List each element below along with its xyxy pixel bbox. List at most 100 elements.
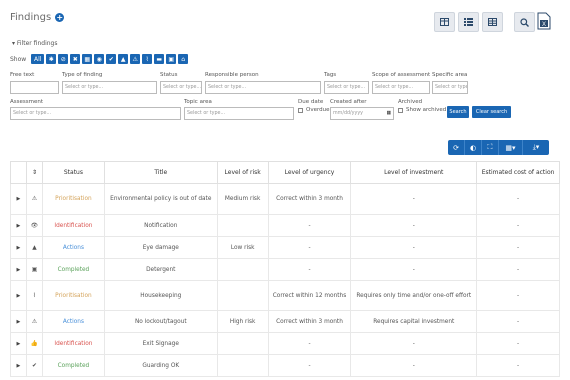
free-text-input[interactable] <box>10 81 59 94</box>
eye-icon: 👁 <box>25 214 43 237</box>
show-filter-row: Show All ✱ ⊘ ✖ ▦ ◉ ✔ ▲ ⚠ ⌇ ▬ ▣ ⌂ <box>10 54 189 64</box>
cost-cell: - <box>476 183 560 215</box>
table-toolbar: ⟳ ◐ ⛶ ▦▾ ⤓▾ <box>448 140 549 155</box>
table-row[interactable]: ▶ ⚠ Prioritisation Environmental policy … <box>10 183 560 215</box>
specific-area-input[interactable]: Select or type... <box>432 81 468 94</box>
table-row[interactable]: ▶ ▲ Actions Eye damage Low risk - - - <box>10 236 560 259</box>
grid-view-button[interactable] <box>434 12 455 32</box>
cost-cell: - <box>476 332 560 355</box>
show-all-button[interactable]: All <box>31 54 45 64</box>
status-cell: Actions <box>41 310 105 333</box>
expand-row-icon[interactable]: ▶ <box>10 354 27 377</box>
header-estimated-cost[interactable]: Estimated cost of action <box>476 161 560 184</box>
expand-row-icon[interactable]: ▶ <box>10 310 27 333</box>
excel-export-icon[interactable]: X <box>537 12 551 30</box>
page-title-text: Findings <box>10 12 52 23</box>
filter-close-icon[interactable]: ✖ <box>70 54 81 64</box>
table-row[interactable]: ▶ ▣ Completed Detergent - - - <box>10 258 560 281</box>
table-row[interactable]: ▶ 👍 Identification Exit Signage - - - <box>10 332 560 355</box>
show-archived-checkbox[interactable] <box>398 108 403 113</box>
table-view-button[interactable] <box>482 12 503 32</box>
fullscreen-icon[interactable]: ⛶ <box>482 140 499 155</box>
table-row[interactable]: ▶ 👁 Identification Notification - - - <box>10 214 560 237</box>
clear-search-button[interactable]: Clear search <box>472 106 511 118</box>
filter-settings-icon[interactable]: ✱ <box>46 54 57 64</box>
filter-chart-icon[interactable]: ⌇ <box>142 54 153 64</box>
filter-clipboard-icon[interactable]: ▣ <box>166 54 177 64</box>
title-cell: Guarding OK <box>103 354 218 377</box>
expand-row-icon[interactable]: ▶ <box>10 280 27 311</box>
scope-label: Scope of assessment <box>372 72 431 78</box>
title-cell: Notification <box>103 214 218 237</box>
tags-input[interactable]: Select or type... <box>324 81 369 94</box>
search-icon <box>520 17 529 27</box>
toggle-icon[interactable]: ◐ <box>465 140 482 155</box>
expand-row-icon[interactable]: ▶ <box>10 214 27 237</box>
svg-text:X: X <box>542 22 546 28</box>
filter-factory-icon[interactable]: ⌂ <box>178 54 189 64</box>
status-input[interactable]: Select or type... <box>160 81 202 94</box>
urgency-cell: Correct within 3 month <box>267 183 352 215</box>
filter-grid-icon[interactable]: ▦ <box>82 54 93 64</box>
table-row[interactable]: ▶ ✔ Completed Guarding OK - - - <box>10 354 560 377</box>
investment-cell: - <box>350 183 478 215</box>
topic-area-input[interactable]: Select or type... <box>184 107 294 120</box>
header-type-sort[interactable]: ⇕ <box>25 161 43 184</box>
risk-cell <box>216 280 269 311</box>
cost-cell: - <box>476 236 560 259</box>
header-level-of-investment[interactable]: Level of investment <box>350 161 478 184</box>
investment-cell: - <box>350 214 478 237</box>
export-dropdown-icon[interactable]: ⤓▾ <box>523 140 549 155</box>
title-cell: No lockout/tagout <box>103 310 218 333</box>
scope-input[interactable]: Select or type... <box>372 81 430 94</box>
free-text-label: Free text <box>10 72 35 78</box>
list-view-button[interactable] <box>458 12 479 32</box>
overdue-checkbox[interactable] <box>298 108 303 113</box>
created-after-input[interactable]: mm/dd/yyyy ▦ <box>330 107 394 120</box>
title-cell: Exit Signage <box>103 332 218 355</box>
archived-label: Archived <box>398 99 423 105</box>
list-icon <box>464 18 473 26</box>
filter-eye-icon[interactable]: ◉ <box>94 54 105 64</box>
expand-row-icon[interactable]: ▶ <box>10 258 27 281</box>
status-cell: Identification <box>41 332 105 355</box>
filter-thumbs-up-icon[interactable]: ▲ <box>118 54 129 64</box>
status-label: Status <box>160 72 178 78</box>
columns-dropdown-icon[interactable]: ▦▾ <box>499 140 523 155</box>
expand-row-icon[interactable]: ▶ <box>10 332 27 355</box>
view-toolbar <box>434 12 538 32</box>
type-of-finding-input[interactable]: Select or type... <box>62 81 157 94</box>
show-label: Show <box>10 55 27 63</box>
investment-cell: - <box>350 332 478 355</box>
header-status[interactable]: Status <box>41 161 105 184</box>
cost-cell: - <box>476 258 560 281</box>
urgency-cell: Correct within 3 month <box>267 310 352 333</box>
table-row[interactable]: ▶ ⚠ Actions No lockout/tagout High risk … <box>10 310 560 333</box>
responsible-person-input[interactable]: Select or type... <box>205 81 321 94</box>
header-level-of-urgency[interactable]: Level of urgency <box>267 161 352 184</box>
header-level-of-risk[interactable]: Level of risk <box>216 161 269 184</box>
risk-cell <box>216 214 269 237</box>
filter-no-entry-icon[interactable]: ⊘ <box>58 54 69 64</box>
status-cell: Identification <box>41 214 105 237</box>
header-title[interactable]: Title <box>103 161 218 184</box>
table-header-row: ⇕ Status Title Level of risk Level of ur… <box>10 161 560 184</box>
filter-toggle[interactable]: ▾ Filter findings <box>12 40 57 47</box>
investment-cell: - <box>350 258 478 281</box>
search-button[interactable]: Search <box>447 106 469 118</box>
filter-warning-icon[interactable]: ⚠ <box>130 54 141 64</box>
filter-check-icon[interactable]: ✔ <box>106 54 117 64</box>
calendar-icon[interactable]: ▦ <box>386 108 391 119</box>
due-date-label: Due date <box>298 99 324 105</box>
assessment-input[interactable]: Select or type... <box>10 107 181 120</box>
expand-row-icon[interactable]: ▶ <box>10 183 27 215</box>
refresh-icon[interactable]: ⟳ <box>448 140 465 155</box>
add-finding-icon[interactable]: + <box>55 13 65 22</box>
expand-row-icon[interactable]: ▶ <box>10 236 27 259</box>
thumbs-up-icon: 👍 <box>25 332 43 355</box>
table-row[interactable]: ▶ ⌇ Prioritisation Housekeeping Correct … <box>10 280 560 311</box>
filter-money-icon[interactable]: ▬ <box>154 54 165 64</box>
urgency-cell: - <box>267 236 352 259</box>
cost-cell: - <box>476 214 560 237</box>
zoom-button[interactable] <box>514 12 535 32</box>
